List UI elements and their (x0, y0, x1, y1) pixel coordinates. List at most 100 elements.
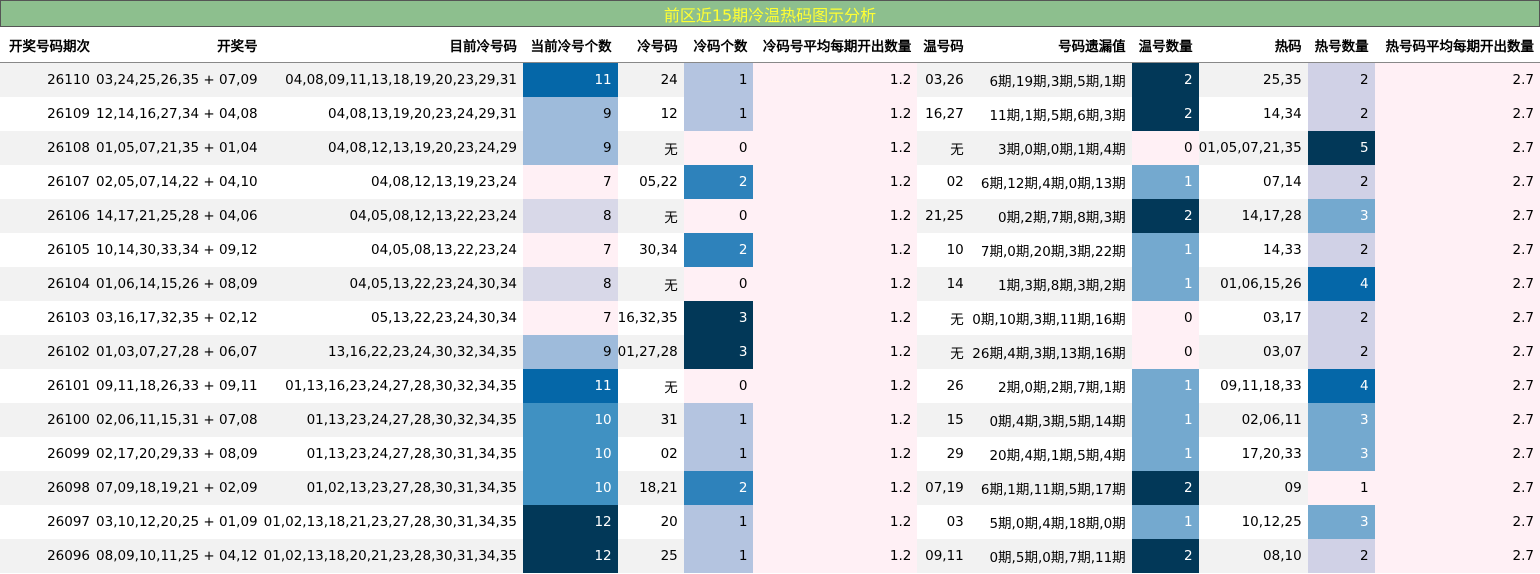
cell-draw: 12,14,16,27,34 + 04,08 (96, 97, 264, 131)
header-current-cold: 目前冷号码 (263, 28, 523, 63)
cell-hot-avg: 2.7 (1374, 505, 1540, 539)
cell-hot-avg: 2.7 (1374, 233, 1540, 267)
header-row: 开奖号码期次 开奖号 目前冷号码 当前冷号个数 冷号码 冷码个数 冷码号平均每期… (0, 28, 1540, 63)
cell-omission: 26期,4期,3期,13期,16期 (969, 335, 1132, 369)
cell-draw: 08,09,10,11,25 + 04,12 (96, 539, 264, 573)
table-title: 前区近15期冷温热码图示分析 (0, 0, 1540, 27)
table-row: 26100 02,06,11,15,31 + 07,08 01,13,23,24,2… (0, 403, 1540, 437)
cell-hot-count: 4 (1307, 267, 1375, 301)
table-row: 26106 14,17,21,25,28 + 04,06 04,05,08,12,1… (0, 199, 1540, 233)
cell-cold-avg: 1.2 (753, 335, 918, 369)
table-row: 26109 12,14,16,27,34 + 04,08 04,08,13,19,2… (0, 97, 1540, 131)
cell-draw: 14,17,21,25,28 + 04,06 (96, 199, 264, 233)
cell-warm: 07,19 (917, 471, 970, 505)
cell-cold-count: 3 (683, 335, 754, 369)
cell-warm-count: 1 (1131, 369, 1199, 403)
cell-cold-avg: 1.2 (753, 437, 918, 471)
table-row: 26096 08,09,10,11,25 + 04,12 01,02,13,18,2… (0, 539, 1540, 573)
cell-warm: 29 (917, 437, 970, 471)
table-row: 26110 03,24,25,26,35 + 07,09 04,08,09,11,1… (0, 62, 1540, 97)
cell-warm: 02 (917, 165, 970, 199)
cell-warm: 09,11 (917, 539, 970, 573)
cell-current-cold-count: 9 (522, 131, 618, 165)
cell-cold-avg: 1.2 (753, 233, 918, 267)
cell-cold: 无 (617, 267, 684, 301)
cell-current-cold: 01,02,13,23,27,28,30,31,34,35 (263, 471, 523, 505)
cell-current-cold-count: 7 (522, 165, 618, 199)
cell-omission: 0期,10期,3期,11期,16期 (969, 301, 1132, 335)
cell-cold: 31 (617, 403, 684, 437)
cell-current-cold: 04,08,12,13,19,20,23,24,29 (263, 131, 523, 165)
cell-omission: 0期,2期,7期,8期,3期 (969, 199, 1132, 233)
cell-hot-avg: 2.7 (1374, 335, 1540, 369)
cell-draw: 02,05,07,14,22 + 04,10 (96, 165, 264, 199)
cold-warm-hot-table: 开奖号码期次 开奖号 目前冷号码 当前冷号个数 冷号码 冷码个数 冷码号平均每期… (0, 28, 1540, 573)
cell-hot-count: 2 (1307, 62, 1375, 97)
header-hot-count: 热号数量 (1307, 28, 1375, 63)
header-hot: 热码 (1198, 28, 1308, 63)
table-row: 26098 07,09,18,19,21 + 02,09 01,02,13,23,2… (0, 471, 1540, 505)
cell-current-cold: 01,02,13,18,20,21,23,28,30,31,34,35 (263, 539, 523, 573)
cell-draw: 01,03,07,27,28 + 06,07 (96, 335, 264, 369)
cell-hot: 17,20,33 (1198, 437, 1308, 471)
cell-current-cold: 04,05,13,22,23,24,30,34 (263, 267, 523, 301)
cell-warm: 15 (917, 403, 970, 437)
cell-warm: 14 (917, 267, 970, 301)
cell-period: 26110 (0, 62, 97, 97)
cell-warm-count: 2 (1131, 62, 1199, 97)
cell-hot-avg: 2.7 (1374, 199, 1540, 233)
cell-current-cold-count: 7 (522, 301, 618, 335)
cell-hot: 03,17 (1198, 301, 1308, 335)
cell-hot-avg: 2.7 (1374, 301, 1540, 335)
cell-omission: 1期,3期,8期,3期,2期 (969, 267, 1132, 301)
table-row: 26097 03,10,12,20,25 + 01,09 01,02,13,18,2… (0, 505, 1540, 539)
cell-hot-count: 4 (1307, 369, 1375, 403)
cell-current-cold: 01,13,23,24,27,28,30,32,34,35 (263, 403, 523, 437)
cell-cold-count: 0 (683, 131, 754, 165)
cell-hot-avg: 2.7 (1374, 437, 1540, 471)
cell-hot: 14,33 (1198, 233, 1308, 267)
cell-hot-avg: 2.7 (1374, 369, 1540, 403)
cell-warm-count: 2 (1131, 471, 1199, 505)
cell-cold-avg: 1.2 (753, 539, 918, 573)
cell-warm: 无 (917, 131, 970, 165)
cell-current-cold-count: 11 (522, 62, 618, 97)
cell-hot-avg: 2.7 (1374, 267, 1540, 301)
cell-current-cold: 04,08,12,13,19,23,24 (263, 165, 523, 199)
cell-omission: 6期,12期,4期,0期,13期 (969, 165, 1132, 199)
cell-hot-avg: 2.7 (1374, 403, 1540, 437)
cell-period: 26098 (0, 471, 97, 505)
cell-cold-avg: 1.2 (753, 97, 918, 131)
cell-hot: 08,10 (1198, 539, 1308, 573)
table-row: 26099 02,17,20,29,33 + 08,09 01,13,23,24,2… (0, 437, 1540, 471)
cell-current-cold-count: 10 (522, 471, 618, 505)
cell-omission: 6期,19期,3期,5期,1期 (969, 62, 1132, 97)
cell-period: 26096 (0, 539, 97, 573)
header-cold-count: 冷码个数 (683, 28, 754, 63)
cell-warm-count: 0 (1131, 301, 1199, 335)
table-body: 26110 03,24,25,26,35 + 07,09 04,08,09,11,1… (0, 62, 1540, 573)
cell-warm: 26 (917, 369, 970, 403)
cell-cold-count: 1 (683, 97, 754, 131)
cell-warm-count: 1 (1131, 437, 1199, 471)
cell-period: 26105 (0, 233, 97, 267)
header-hot-avg: 热号码平均每期开出数量 (1374, 28, 1540, 63)
cell-cold-count: 1 (683, 539, 754, 573)
cell-cold-count: 1 (683, 437, 754, 471)
table-row: 26101 09,11,18,26,33 + 09,11 01,13,16,23,2… (0, 369, 1540, 403)
cell-hot-avg: 2.7 (1374, 539, 1540, 573)
header-omission: 号码遗漏值 (969, 28, 1132, 63)
cell-period: 26102 (0, 335, 97, 369)
cell-cold-count: 0 (683, 267, 754, 301)
cell-hot-count: 3 (1307, 403, 1375, 437)
cell-cold-avg: 1.2 (753, 267, 918, 301)
cell-hot-count: 5 (1307, 131, 1375, 165)
cell-hot: 14,17,28 (1198, 199, 1308, 233)
cell-period: 26108 (0, 131, 97, 165)
cell-current-cold: 04,08,13,19,20,23,24,29,31 (263, 97, 523, 131)
table-row: 26102 01,03,07,27,28 + 06,07 13,16,22,23,2… (0, 335, 1540, 369)
cell-cold: 24 (617, 62, 684, 97)
cell-cold-avg: 1.2 (753, 62, 918, 97)
cell-omission: 0期,5期,0期,7期,11期 (969, 539, 1132, 573)
cell-hot: 14,34 (1198, 97, 1308, 131)
